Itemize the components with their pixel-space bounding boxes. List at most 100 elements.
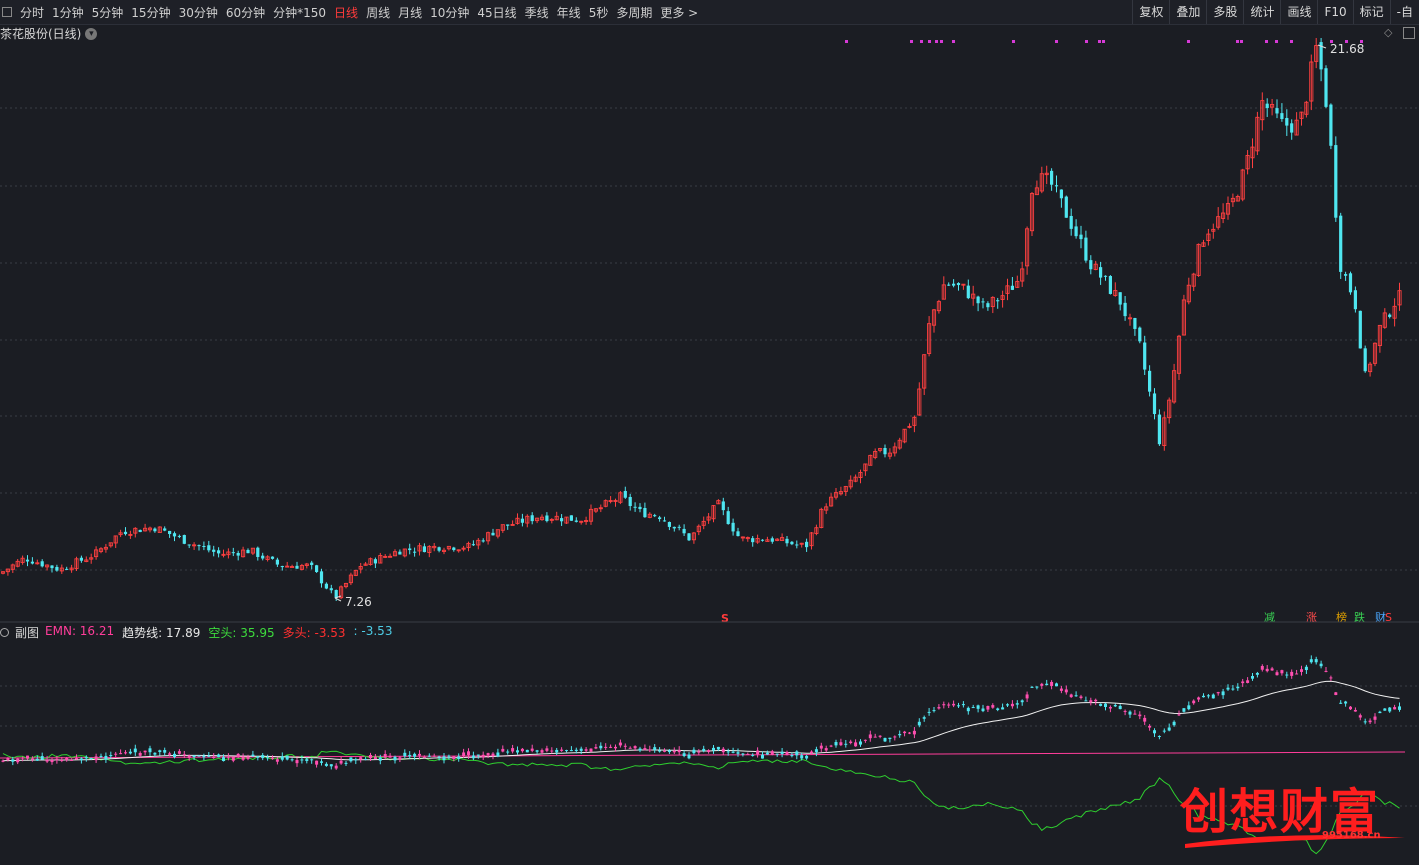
sub-candle-body [383,754,387,758]
signal-dot [928,40,931,43]
signal-dot [940,40,943,43]
period-tab-10[interactable]: 10分钟 [426,4,473,21]
candle-body [996,300,1000,302]
signal-label-0: 减 [1264,611,1275,623]
signal-dot [910,40,913,43]
sub-candle-body [721,748,725,753]
candle-body [956,283,961,286]
period-tab-9[interactable]: 月线 [394,4,426,21]
sub-chart-toggle-icon[interactable] [0,627,9,637]
period-tab-0[interactable]: 分时 [16,4,48,21]
sub-candle-body [373,756,377,760]
sub-candle-body [785,751,789,756]
sub-candle-body [1353,709,1357,712]
candle-body [295,565,299,569]
sub-candle-body [1344,701,1348,704]
candle-body [50,565,54,569]
candle-body [883,447,887,455]
tool-button-1[interactable]: 叠加 [1169,0,1206,24]
sub-candle-body [496,752,500,757]
sub-candle-body [550,750,554,752]
sub-candle-body [467,751,470,756]
sub-candle-body [6,757,10,761]
period-tab-15[interactable]: 多周期 [612,4,656,21]
period-tab-8[interactable]: 周线 [362,4,394,21]
tool-button-2[interactable]: 多股 [1206,0,1243,24]
sub-candle-body [11,759,15,762]
sub-candle-body [442,756,446,761]
candle-body [212,549,216,552]
sub-candle-body [173,753,176,758]
candle-body [1118,292,1122,305]
sub-candle-body [114,753,118,755]
sub-candle-body [751,754,755,756]
sub-candle-body [780,751,784,755]
sub-candle-body [280,756,284,760]
sub-candle-body [859,741,862,745]
menu-square-icon[interactable] [2,7,12,17]
tool-button-6[interactable]: 标记 [1352,0,1390,24]
tool-button-5[interactable]: F10 [1317,0,1352,24]
period-tab-4[interactable]: 30分钟 [175,4,222,21]
sub-candle-body [60,759,64,762]
sub-indicator-3: 多头: -3.53 [283,624,346,641]
sub-candle-body [1118,705,1122,710]
sub-candle-body [756,750,760,755]
sub-candle-body [501,748,505,752]
candle-body [623,490,627,498]
sub-candle-body [1314,659,1318,663]
candle-body [437,547,441,551]
candle-body [1344,274,1348,276]
period-tab-2[interactable]: 5分钟 [88,4,128,21]
sub-candle-body [770,751,774,755]
sub-candle-body [535,750,539,752]
tool-button-7[interactable]: -自 [1389,0,1419,24]
main-candlestick-chart[interactable]: 21.687.26S 减涨榜跌财 S [0,38,1419,623]
sub-candle-body [388,755,392,758]
candle-body [1138,327,1142,342]
tool-button-0[interactable]: 复权 [1132,0,1169,24]
period-tab-11[interactable]: 45日线 [473,4,520,21]
period-tab-12[interactable]: 季线 [521,4,553,21]
candle-body [408,548,412,551]
sub-candle-body [511,748,515,752]
tool-button-4[interactable]: 画线 [1280,0,1317,24]
sub-candle-body [824,748,828,751]
signal-dot [935,40,938,43]
sub-indicator-2: 空头: 35.95 [208,624,274,641]
candle-body [261,555,265,559]
sub-candle-body [1206,695,1210,697]
sub-candle-body [873,736,877,738]
sub-candle-body [153,752,157,755]
candle-body [1358,310,1362,349]
sub-candle-body [1133,713,1137,715]
period-tab-1[interactable]: 1分钟 [48,4,88,21]
sub-candle-body [814,749,818,753]
sub-candle-body [26,755,29,759]
sub-candle-body [957,705,960,707]
sub-candle-body [672,750,676,753]
sub-candle-body [599,745,603,749]
period-tab-13[interactable]: 年线 [553,4,585,21]
sub-candle-body [403,752,407,757]
tool-button-3[interactable]: 统计 [1243,0,1280,24]
period-tab-16[interactable]: 更多 > [656,4,702,21]
period-tab-14[interactable]: 5秒 [585,4,613,21]
sub-candle-body [1035,686,1039,688]
sub-candle-body [222,757,225,762]
signal-label-1: 涨 [1306,611,1317,623]
candle-body [65,568,69,570]
sub-candle-body [516,750,519,753]
candle-body [1050,170,1054,185]
sub-candle-body [275,759,279,762]
period-tab-7[interactable]: 日线 [330,4,362,21]
period-tab-6[interactable]: 分钟*150 [269,4,330,21]
sub-candle-body [148,748,152,753]
period-tab-3[interactable]: 15分钟 [127,4,174,21]
sub-candle-body [1020,700,1024,703]
period-tab-5[interactable]: 60分钟 [222,4,269,21]
sub-candle-body [1094,699,1098,702]
sub-candle-body [481,754,485,758]
candle-body [1084,237,1088,261]
signal-label-3: 跌 [1354,610,1365,623]
